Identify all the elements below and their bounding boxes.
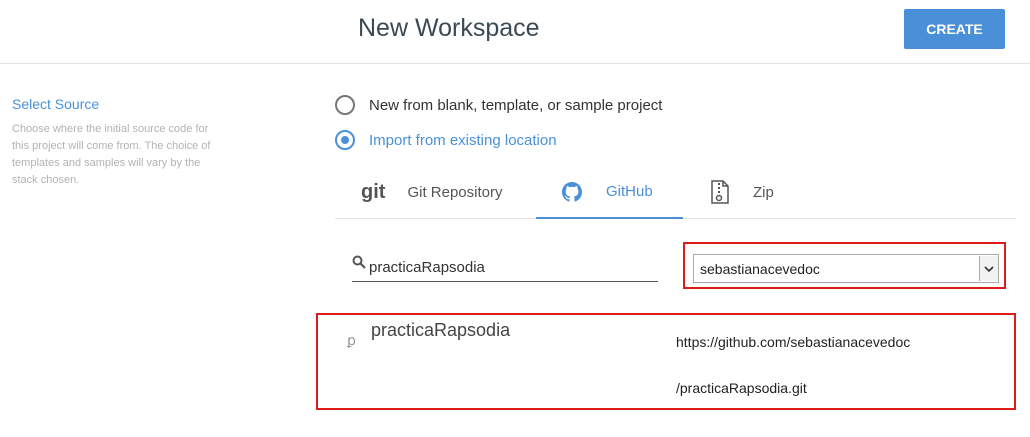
search-icon — [352, 255, 366, 274]
tab-git-repository[interactable]: git Git Repository — [361, 166, 502, 218]
repository-url-continued: /practicaRapsodia.git — [676, 380, 807, 396]
header-bar: New Workspace CREATE — [0, 0, 1030, 64]
tab-label: GitHub — [606, 183, 653, 200]
chevron-down-icon[interactable] — [979, 256, 998, 281]
radio-import-existing[interactable]: Import from existing location — [335, 130, 557, 150]
radio-button[interactable] — [335, 95, 355, 115]
tab-label: Zip — [753, 183, 774, 201]
account-select-value: sebastianacevedoc — [700, 260, 820, 277]
repository-icon: ꝑ — [347, 332, 356, 348]
repository-name[interactable]: practicaRapsodia — [371, 320, 510, 341]
tab-label: Git Repository — [407, 183, 503, 201]
search-input[interactable] — [369, 255, 649, 279]
page-title: New Workspace — [358, 14, 540, 42]
create-button[interactable]: CREATE — [904, 9, 1005, 49]
radio-button-selected[interactable] — [335, 130, 355, 150]
github-icon — [562, 181, 582, 202]
tab-github[interactable]: GitHub — [536, 166, 683, 219]
repository-url: https://github.com/sebastianacevedoc — [676, 334, 911, 350]
zip-file-icon — [710, 180, 730, 204]
radio-label: New from blank, template, or sample proj… — [369, 96, 663, 114]
section-description: Choose where the initial source code for… — [12, 123, 211, 186]
git-icon: git — [361, 180, 386, 203]
source-tabs: git Git Repository GitHub Zip — [335, 166, 1016, 219]
radio-label: Import from existing location — [369, 131, 557, 149]
section-title: Select Source — [12, 96, 100, 112]
radio-new-from-blank[interactable]: New from blank, template, or sample proj… — [335, 95, 662, 115]
repository-search — [352, 253, 658, 282]
tab-zip[interactable]: Zip — [710, 166, 774, 218]
account-select[interactable]: sebastianacevedoc — [693, 254, 999, 283]
